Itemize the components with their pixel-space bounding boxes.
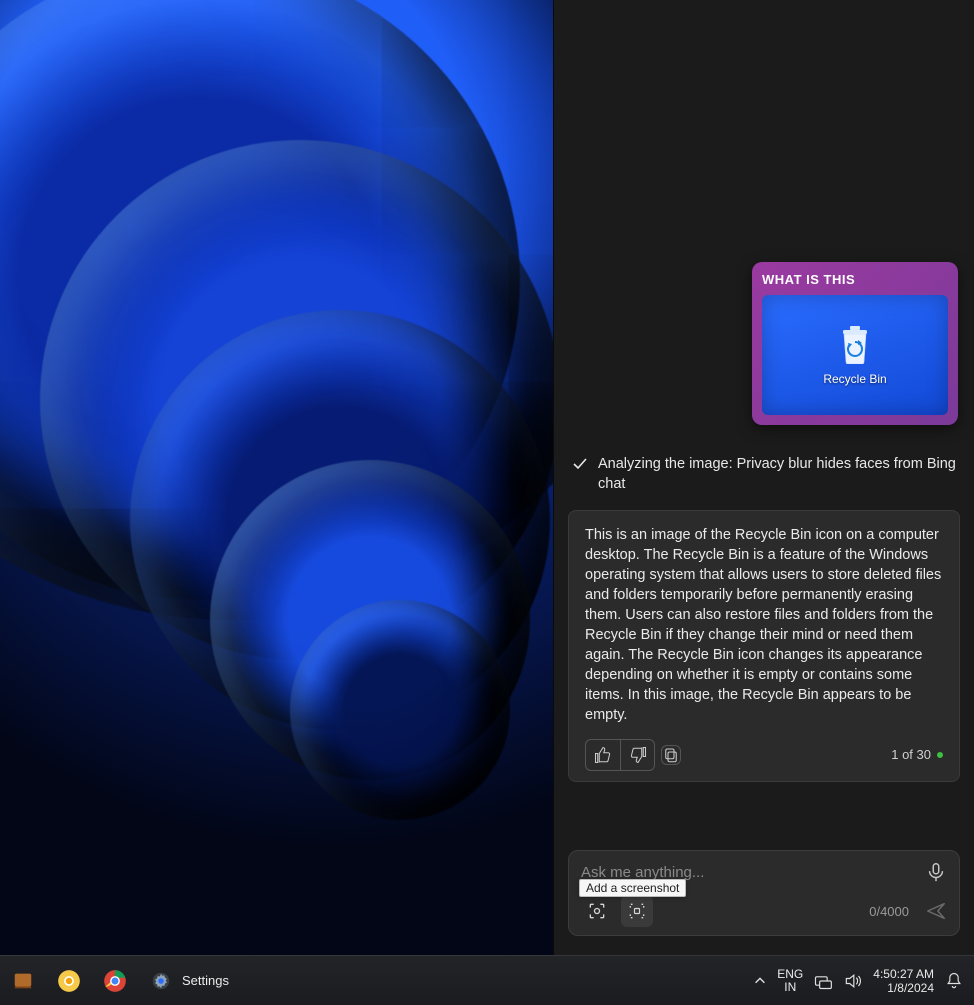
check-icon (572, 456, 588, 472)
gear-icon (150, 970, 172, 992)
taskbar-app-unknown[interactable] (4, 962, 42, 1000)
volume-icon[interactable] (843, 971, 863, 991)
copy-button[interactable] (662, 746, 680, 764)
clock[interactable]: 4:50:27 AM 1/8/2024 (873, 967, 934, 995)
visual-search-button[interactable] (581, 895, 613, 927)
tray-overflow-button[interactable] (753, 974, 767, 988)
desktop-wallpaper[interactable] (0, 0, 553, 955)
dislike-button[interactable] (620, 740, 654, 770)
add-screenshot-button[interactable] (621, 895, 653, 927)
assistant-response-text: This is an image of the Recycle Bin icon… (585, 525, 943, 725)
analyzing-text: Analyzing the image: Privacy blur hides … (598, 454, 960, 494)
response-actions: 1 of 30 (585, 739, 943, 771)
thumbnail-caption: Recycle Bin (823, 372, 886, 386)
send-button[interactable] (925, 900, 947, 922)
user-message-bubble: WHAT IS THIS Recycle Bin (752, 262, 958, 425)
microphone-button[interactable] (925, 861, 947, 883)
user-message-label: WHAT IS THIS (762, 272, 948, 287)
like-button[interactable] (586, 740, 620, 770)
status-dot-icon (937, 752, 943, 758)
assistant-response-card: This is an image of the Recycle Bin icon… (568, 510, 960, 782)
analyzing-status: Analyzing the image: Privacy blur hides … (572, 454, 960, 494)
char-count: 0/4000 (869, 904, 909, 919)
taskbar: Settings ENG IN 4:50:27 AM 1/8/2024 (0, 955, 974, 1005)
network-icon[interactable] (813, 971, 833, 991)
language-indicator[interactable]: ENG IN (777, 968, 803, 994)
taskbar-chrome-canary[interactable] (50, 962, 88, 1000)
chat-input-placeholder[interactable]: Ask me anything... (581, 864, 925, 881)
response-counter: 1 of 30 (891, 745, 943, 765)
taskbar-settings-label: Settings (182, 973, 229, 988)
taskbar-chrome[interactable] (96, 962, 134, 1000)
copilot-panel: WHAT IS THIS Recycle Bin An (553, 0, 974, 955)
user-message-thumbnail[interactable]: Recycle Bin (762, 295, 948, 415)
taskbar-settings[interactable]: Settings (142, 962, 237, 1000)
recycle-bin-icon (838, 324, 872, 364)
notifications-icon[interactable] (944, 971, 964, 991)
chat-input-box[interactable]: Ask me anything... Add a screenshot 0/40… (568, 850, 960, 936)
screenshot-tooltip: Add a screenshot (579, 879, 686, 897)
